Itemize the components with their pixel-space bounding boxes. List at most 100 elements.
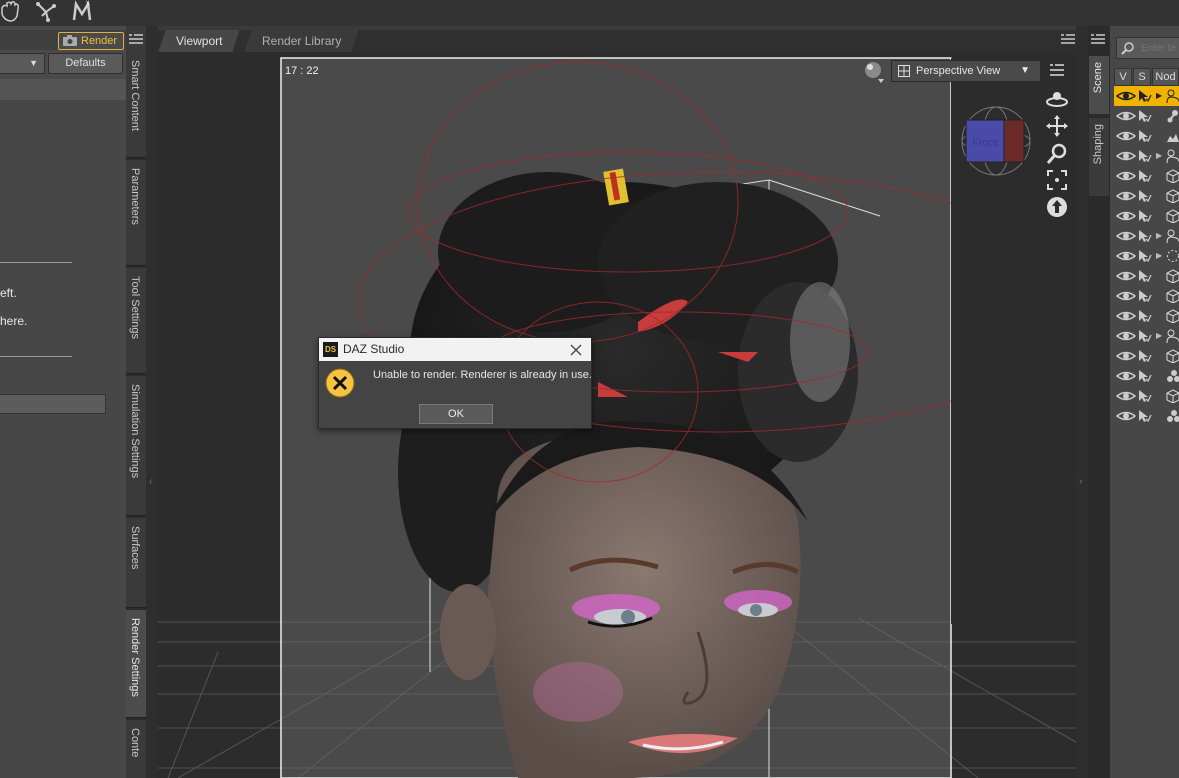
tab-parameters[interactable]: Parameters [126,160,146,266]
eye-visibility-icon[interactable] [1116,289,1136,303]
cursor-selectable-icon[interactable] [1138,189,1152,203]
cursor-selectable-icon[interactable] [1138,249,1152,263]
scene-panel-menu-icon[interactable] [1090,32,1106,48]
close-icon[interactable] [569,343,583,357]
node-tool-icon[interactable] [34,0,60,24]
scene-row[interactable] [1114,266,1179,286]
cursor-selectable-icon[interactable] [1138,269,1152,283]
tab-scene[interactable]: Scene [1089,56,1109,114]
column-selectable[interactable]: S [1133,68,1151,86]
scene-row[interactable] [1114,106,1179,126]
eye-visibility-icon[interactable] [1116,389,1136,403]
scene-row[interactable] [1114,186,1179,206]
tab-tool-settings[interactable]: Tool Settings [126,268,146,374]
cursor-selectable-icon[interactable] [1138,89,1152,103]
scene-row[interactable] [1114,166,1179,186]
scene-row[interactable] [1114,126,1179,146]
expand-arrow-icon[interactable]: ▶ [1156,251,1162,260]
cursor-selectable-icon[interactable] [1138,109,1152,123]
viewport-options-menu-icon[interactable] [1049,63,1065,77]
tab-content[interactable]: Conte [126,720,146,778]
panel-slider-field[interactable] [0,394,106,414]
eye-visibility-icon[interactable] [1116,409,1136,423]
scene-row[interactable]: ▶ [1114,146,1179,166]
scene-row[interactable]: ▶ [1114,226,1179,246]
eye-visibility-icon[interactable] [1116,109,1136,123]
render-button[interactable]: Render [58,32,124,50]
column-visible[interactable]: V [1114,68,1132,86]
panel-body: eft. here. [0,100,126,778]
3d-viewport[interactable]: 17 : 22 Perspective View ▼ Front [158,52,1076,778]
view-select[interactable]: Perspective View ▼ [891,60,1041,82]
eye-visibility-icon[interactable] [1116,309,1136,323]
defaults-button[interactable]: Defaults [48,53,123,74]
tab-simulation-settings[interactable]: Simulation Settings [126,376,146,516]
eye-visibility-icon[interactable] [1116,269,1136,283]
eye-visibility-icon[interactable] [1116,189,1136,203]
eye-visibility-icon[interactable] [1116,249,1136,263]
prop-cube-icon [1166,269,1179,283]
eye-visibility-icon[interactable] [1116,209,1136,223]
cursor-selectable-icon[interactable] [1138,149,1152,163]
cursor-selectable-icon[interactable] [1138,209,1152,223]
scene-row[interactable]: ▶ [1114,326,1179,346]
dialog-titlebar[interactable]: DS DAZ Studio [319,338,591,361]
viewport-tab-menu-icon[interactable] [1060,32,1076,48]
orbit-icon[interactable] [1045,88,1069,112]
tab-render-library[interactable]: Render Library [244,30,359,52]
tab-smart-content[interactable]: Smart Content [126,52,146,158]
eye-visibility-icon[interactable] [1116,129,1136,143]
eye-visibility-icon[interactable] [1116,229,1136,243]
cursor-selectable-icon[interactable] [1138,169,1152,183]
tab-viewport[interactable]: Viewport [158,30,241,52]
reset-view-icon[interactable] [1045,195,1069,219]
eye-visibility-icon[interactable] [1116,329,1136,343]
left-splitter[interactable]: ‹ [146,26,158,778]
m-logo-icon[interactable] [70,0,96,24]
hand-pan-icon[interactable] [0,0,26,24]
cursor-selectable-icon[interactable] [1138,129,1152,143]
eye-visibility-icon[interactable] [1116,169,1136,183]
pan-move-icon[interactable] [1045,114,1069,138]
ok-button[interactable]: OK [419,404,493,424]
scene-row[interactable]: ▶ [1114,246,1179,266]
cursor-selectable-icon[interactable] [1138,349,1152,363]
eye-visibility-icon[interactable] [1116,89,1136,103]
scene-row[interactable] [1114,346,1179,366]
column-node[interactable]: Nod [1152,68,1179,86]
frame-fit-icon[interactable] [1045,168,1069,192]
tab-surfaces[interactable]: Surfaces [126,518,146,608]
cursor-selectable-icon[interactable] [1138,369,1152,383]
zoom-icon[interactable] [1045,142,1069,166]
eye-visibility-icon[interactable] [1116,149,1136,163]
cursor-selectable-icon[interactable] [1138,229,1152,243]
eye-visibility-icon[interactable] [1116,349,1136,363]
panel-menu-icon[interactable] [128,32,144,48]
right-splitter[interactable]: › [1076,26,1088,778]
view-cube[interactable]: Front [960,104,1032,178]
tab-shaping[interactable]: Shaping [1089,118,1109,196]
scene-row[interactable] [1114,306,1179,326]
expand-arrow-icon[interactable]: ▶ [1156,151,1162,160]
cursor-selectable-icon[interactable] [1138,409,1152,423]
expand-arrow-icon[interactable]: ▶ [1156,231,1162,240]
cursor-selectable-icon[interactable] [1138,389,1152,403]
render-preset-select[interactable]: ▼ [0,53,45,74]
eye-visibility-icon[interactable] [1116,369,1136,383]
scene-row[interactable] [1114,406,1179,426]
scene-row[interactable]: ▶ [1114,86,1179,106]
expand-arrow-icon[interactable]: ▶ [1156,331,1162,340]
info-text-2: here. [0,314,28,328]
tab-render-settings[interactable]: Render Settings [126,610,146,718]
cursor-selectable-icon[interactable] [1138,289,1152,303]
scene-search-input[interactable] [1141,40,1179,56]
scene-render [158,52,1076,778]
draw-style-sphere-icon[interactable] [862,60,886,84]
scene-row[interactable] [1114,206,1179,226]
expand-arrow-icon[interactable]: ▶ [1156,91,1162,100]
scene-row[interactable] [1114,286,1179,306]
cursor-selectable-icon[interactable] [1138,309,1152,323]
scene-row[interactable] [1114,386,1179,406]
cursor-selectable-icon[interactable] [1138,329,1152,343]
scene-row[interactable] [1114,366,1179,386]
